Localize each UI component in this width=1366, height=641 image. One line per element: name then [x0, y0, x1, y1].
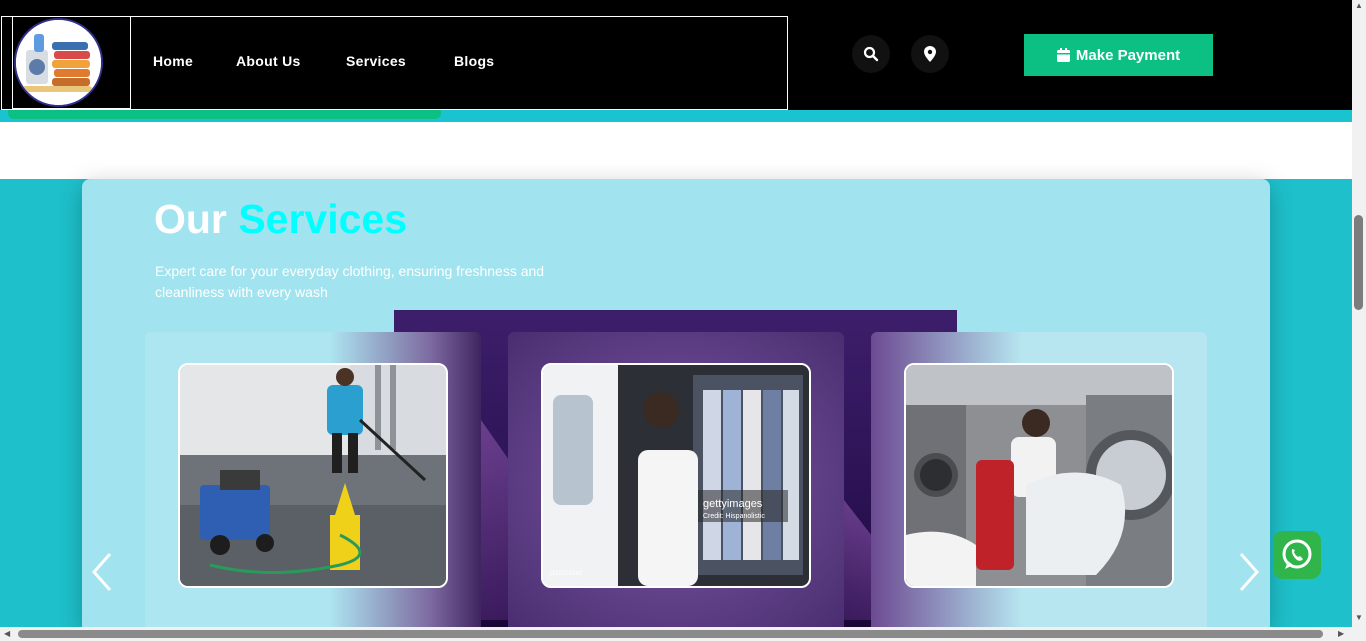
map-pin-icon: [924, 46, 936, 62]
carousel-prev-button[interactable]: [88, 550, 118, 594]
location-button[interactable]: [911, 35, 949, 73]
nav-home[interactable]: Home: [153, 53, 193, 69]
watermark-credit: Credit: Hispanolistic: [703, 513, 765, 520]
whatsapp-icon: [1282, 539, 1312, 569]
watermark-text: gettyimages: [703, 498, 763, 510]
make-payment-button[interactable]: Make Payment: [1024, 34, 1213, 76]
vertical-scroll-thumb[interactable]: [1354, 215, 1363, 310]
nav-blogs[interactable]: Blogs: [454, 53, 494, 69]
title-main: Our: [154, 196, 227, 242]
section-title: Our Services: [154, 196, 407, 243]
make-payment-label: Make Payment: [1075, 46, 1181, 64]
search-icon: [863, 46, 879, 62]
scroll-down-icon[interactable]: ▼: [1355, 614, 1363, 622]
pressure-washing-photo[interactable]: [178, 363, 448, 588]
dry-cleaning-delivery-photo[interactable]: gettyimages Credit: Hispanolistic 113207…: [541, 363, 811, 588]
carousel-next-button[interactable]: [1233, 550, 1263, 594]
vertical-scrollbar[interactable]: [1352, 0, 1366, 627]
nav-about-us[interactable]: About Us: [236, 53, 301, 69]
scroll-up-icon[interactable]: ▲: [1355, 2, 1363, 10]
scroll-left-icon[interactable]: ◀: [4, 630, 10, 638]
search-button[interactable]: [852, 35, 890, 73]
scroll-progress-fill: [8, 110, 441, 119]
title-accent: Services: [238, 196, 408, 242]
chevron-left-icon: [91, 553, 112, 591]
laundry-logo-icon[interactable]: [14, 18, 103, 107]
whatsapp-button[interactable]: [1273, 531, 1321, 579]
scroll-progress-track: [0, 110, 1352, 122]
nav-services[interactable]: Services: [346, 53, 406, 69]
watermark-id: 1132074242: [549, 571, 583, 577]
calendar-icon: [1056, 48, 1070, 62]
horizontal-scroll-thumb[interactable]: [18, 630, 1323, 638]
scroll-right-icon[interactable]: ▶: [1338, 630, 1344, 638]
section-description: Expert care for your everyday clothing, …: [155, 263, 545, 300]
industrial-laundry-photo[interactable]: [904, 363, 1174, 588]
chevron-right-icon: [1239, 553, 1260, 591]
